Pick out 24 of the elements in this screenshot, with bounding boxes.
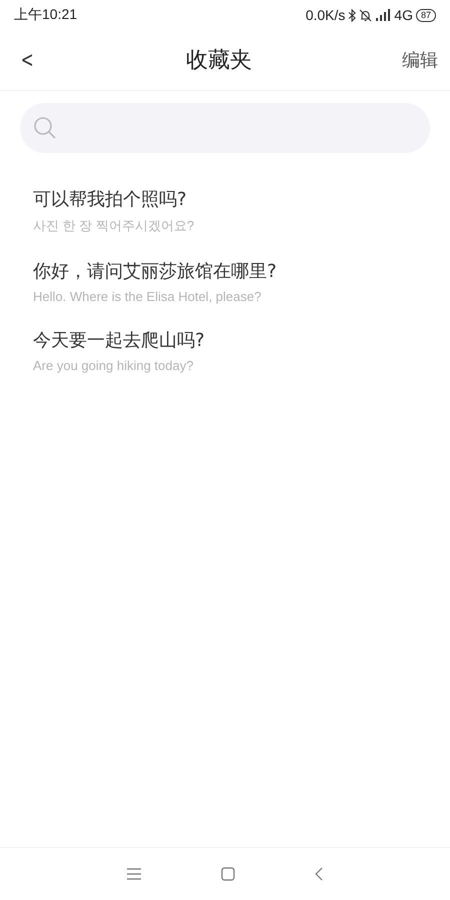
back-icon[interactable]: [315, 867, 323, 881]
edit-button[interactable]: 编辑: [402, 48, 438, 72]
favorite-item[interactable]: 可以帮我拍个照吗? 사진 한 장 찍어주시겠어요?: [33, 187, 417, 235]
battery-indicator: 87: [416, 8, 436, 22]
bluetooth-icon: [348, 8, 356, 22]
network-type: 4G: [394, 7, 413, 23]
favorite-item[interactable]: 今天要一起去爬山吗? Are you going hiking today?: [33, 328, 417, 373]
search-field[interactable]: [20, 103, 430, 153]
signal-icon: [375, 8, 392, 22]
favorite-item[interactable]: 你好，请问艾丽莎旅馆在哪里? Hello. Where is the Elisa Hotel, please?: [33, 259, 417, 304]
bell-muted-icon: [359, 8, 372, 22]
back-button[interactable]: <: [20, 48, 34, 72]
translation-text: Hello. Where is the Elisa Hotel, please?: [33, 289, 262, 304]
status-time: 上午10:21: [14, 6, 78, 24]
menu-icon[interactable]: [127, 868, 141, 880]
network-speed: 0.0K/s: [306, 7, 346, 23]
home-icon[interactable]: [221, 867, 235, 881]
translation-text: 사진 한 장 찍어주시겠어요?: [33, 217, 194, 235]
page-title: 收藏夹: [186, 47, 252, 75]
phrase-text: 今天要一起去爬山吗?: [33, 329, 205, 352]
phrase-text: 可以帮我拍个照吗?: [33, 188, 187, 211]
phrase-text: 你好，请问艾丽莎旅馆在哪里?: [33, 260, 277, 283]
translation-text: Are you going hiking today?: [33, 358, 194, 373]
search-icon: [33, 116, 57, 140]
